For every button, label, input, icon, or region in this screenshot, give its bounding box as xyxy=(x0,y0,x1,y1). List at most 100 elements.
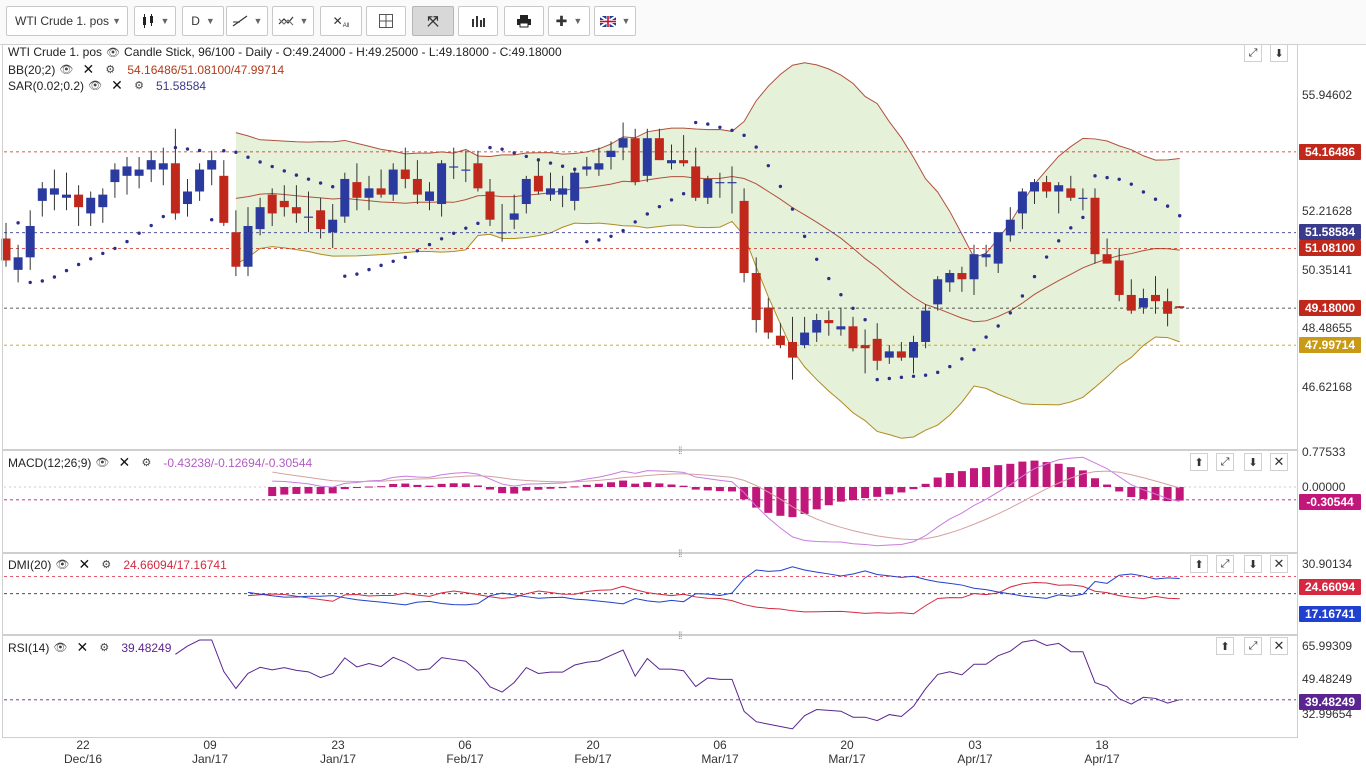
dmi-splitter-handle[interactable]: ⁞⁞ xyxy=(678,549,682,560)
date-day: 20 xyxy=(840,738,854,752)
fit-button[interactable]: ⤧ xyxy=(412,6,454,36)
date-day: 09 xyxy=(203,738,217,752)
price-panel-frame xyxy=(2,44,1298,450)
maximize-icon[interactable]: ⤢ xyxy=(1216,453,1234,471)
rsi-axis-tick: 49.48249 xyxy=(1302,672,1353,686)
date-day: 03 xyxy=(968,738,982,752)
macd-axis-tick: 0.00000 xyxy=(1302,480,1346,494)
macd-axis-tick: 0.77533 xyxy=(1302,445,1346,459)
indicators-button[interactable]: ✚ ▼ xyxy=(548,6,590,36)
dmi-values: 24.66094/17.16741 xyxy=(123,557,227,572)
dmi-label: DMI(20) xyxy=(8,557,52,572)
rsi-panel-frame xyxy=(2,635,1298,738)
compare-icon xyxy=(278,16,293,26)
close-icon[interactable]: ✕ xyxy=(109,77,125,94)
rsi-legend: RSI(14) 👁 ✕ ⚙ 39.48249 xyxy=(8,639,171,656)
volume-button[interactable] xyxy=(458,6,498,36)
close-icon[interactable]: ✕ xyxy=(116,454,132,471)
macd-values: -0.43238/-0.12694/-0.30544 xyxy=(163,455,313,470)
main-info: Candle Stick, 96/100 - Daily - O:49.2400… xyxy=(124,45,562,59)
macd-splitter-handle[interactable]: ⁞⁞ xyxy=(678,446,682,457)
date-month: Jan/17 xyxy=(319,752,357,766)
chevron-down-icon: ▼ xyxy=(621,16,631,26)
gear-icon[interactable]: ⚙ xyxy=(96,641,112,654)
close-icon[interactable]: ✕ xyxy=(1270,453,1288,471)
gear-icon[interactable]: ⚙ xyxy=(138,456,154,469)
rsi-value: 39.48249 xyxy=(121,640,172,655)
language-button[interactable]: ▼ xyxy=(594,6,636,36)
date-day: 22 xyxy=(76,738,90,752)
close-icon[interactable]: ✕ xyxy=(1270,637,1288,655)
arrow-up-icon[interactable]: ⬆ xyxy=(1216,637,1234,655)
sar-label: SAR(0.02;0.2) xyxy=(8,78,85,93)
chevron-down-icon: ▼ xyxy=(205,16,215,26)
date-day: 23 xyxy=(331,738,345,752)
print-button[interactable] xyxy=(504,6,544,36)
close-icon[interactable]: ✕ xyxy=(80,61,96,78)
price-axis-tick: 55.94602 xyxy=(1302,88,1353,102)
maximize-icon[interactable]: ⤢ xyxy=(1244,637,1262,655)
print-icon xyxy=(517,15,531,28)
chevron-down-icon: ▼ xyxy=(573,16,583,26)
timeframe-value: D xyxy=(191,14,200,28)
fit-icon: ⤧ xyxy=(427,12,439,29)
macd-label: MACD(12;26;9) xyxy=(8,455,92,470)
draw-line-button[interactable]: ▼ xyxy=(226,6,268,36)
timeframe-select[interactable]: D ▼ xyxy=(182,6,224,36)
arrow-down-icon[interactable]: ⬇ xyxy=(1244,453,1262,471)
chart-area[interactable]: ⁞⁞ ⁞⁞ ⁞⁞ WTI Crude 1. pos 👁 Candle Stick… xyxy=(0,44,1366,768)
gear-icon[interactable]: ⚙ xyxy=(102,63,118,76)
arrow-down-icon[interactable]: ⬇ xyxy=(1244,555,1262,573)
arrow-up-icon[interactable]: ⬆ xyxy=(1190,555,1208,573)
rsi-axis-tick: 65.99309 xyxy=(1302,639,1353,653)
last-price-tag: 49.18000 xyxy=(1299,300,1361,316)
macd-tag: -0.30544 xyxy=(1299,494,1361,510)
chevron-down-icon: ▼ xyxy=(160,16,170,26)
date-month: Dec/16 xyxy=(63,752,103,766)
date-day: 20 xyxy=(586,738,600,752)
close-icon[interactable]: ✕ xyxy=(1270,555,1288,573)
bb-lower-tag: 47.99714 xyxy=(1299,337,1361,353)
chevron-down-icon: ▼ xyxy=(112,16,121,26)
chart-type-button[interactable]: ▼ xyxy=(134,6,176,36)
crosshair-icon xyxy=(379,14,393,28)
dmi-legend: DMI(20) 👁 ✕ ⚙ 24.66094/17.16741 xyxy=(8,556,227,573)
macd-legend: MACD(12;26;9) 👁 ✕ ⚙ -0.43238/-0.12694/-0… xyxy=(8,454,312,471)
chevron-down-icon: ▼ xyxy=(299,16,309,26)
price-axis-tick: 52.21628 xyxy=(1302,204,1353,218)
clear-all-button[interactable]: ✕ All xyxy=(320,6,362,36)
close-icon[interactable]: ✕ xyxy=(76,556,92,573)
eye-icon[interactable]: 👁 xyxy=(94,456,110,469)
compare-button[interactable]: ▼ xyxy=(272,6,314,36)
crosshair-button[interactable] xyxy=(366,6,406,36)
date-day: 06 xyxy=(458,738,472,752)
candlestick-icon xyxy=(142,14,153,28)
rsi-label: RSI(14) xyxy=(8,640,50,655)
flag-icon xyxy=(599,15,616,27)
eye-icon[interactable]: 👁 xyxy=(58,63,74,76)
arrow-down-icon[interactable]: ⬇ xyxy=(1270,44,1288,62)
maximize-icon[interactable]: ⤢ xyxy=(1216,555,1234,573)
close-icon[interactable]: ✕ xyxy=(74,639,90,656)
instrument-select-value: WTI Crude 1. pos xyxy=(15,14,110,28)
date-day: 18 xyxy=(1095,738,1109,752)
rsi-splitter-handle[interactable]: ⁞⁞ xyxy=(678,631,682,642)
chevron-down-icon: ▼ xyxy=(253,16,263,26)
eye-icon[interactable]: 👁 xyxy=(105,46,121,59)
arrow-up-icon[interactable]: ⬆ xyxy=(1190,453,1208,471)
price-axis-tick: 50.35141 xyxy=(1302,263,1353,277)
gear-icon[interactable]: ⚙ xyxy=(98,558,114,571)
eye-icon[interactable]: 👁 xyxy=(54,558,70,571)
eye-icon[interactable]: 👁 xyxy=(52,641,68,654)
eye-icon[interactable]: 👁 xyxy=(87,79,103,92)
bb-label: BB(20;2) xyxy=(8,62,56,77)
gear-icon[interactable]: ⚙ xyxy=(131,79,147,92)
date-month: Mar/17 xyxy=(828,752,866,766)
sar-value: 51.58584 xyxy=(156,78,207,93)
price-axis-tick: 46.62168 xyxy=(1302,380,1353,394)
line-draw-icon xyxy=(232,15,247,27)
maximize-icon[interactable]: ⤢ xyxy=(1244,44,1262,62)
instrument-select[interactable]: WTI Crude 1. pos ▼ xyxy=(6,6,128,36)
clear-all-label: All xyxy=(342,23,350,29)
rsi-tag: 39.48249 xyxy=(1299,694,1361,710)
